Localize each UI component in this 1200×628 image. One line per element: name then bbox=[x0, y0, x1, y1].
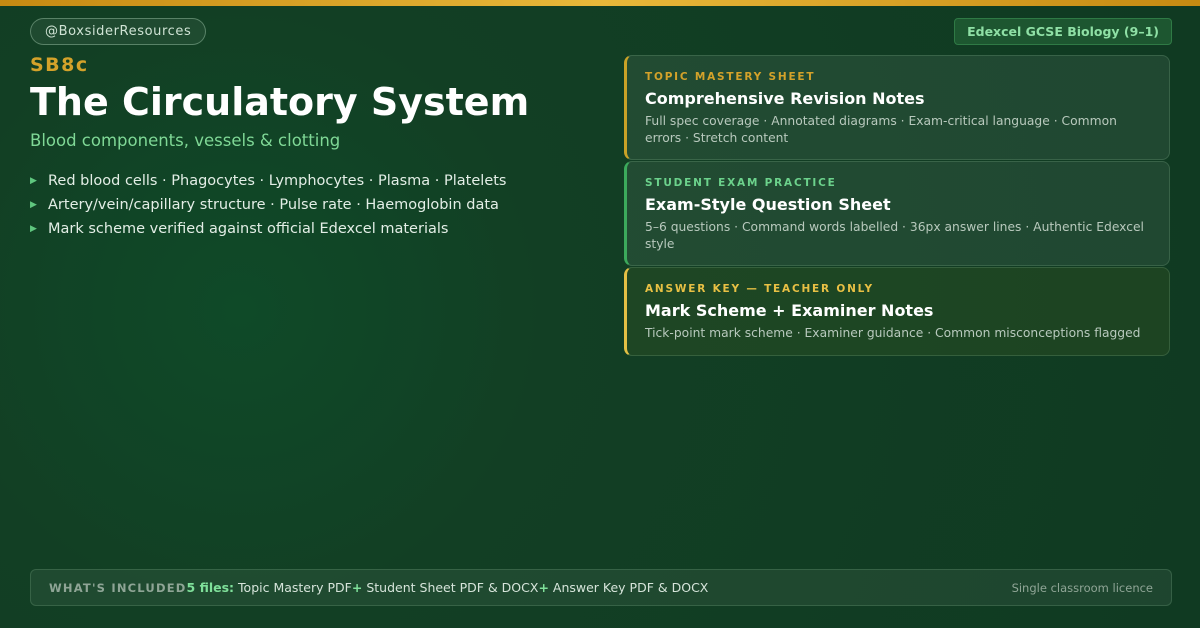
triangle-right-icon: ▶ bbox=[30, 200, 37, 210]
card-title: Comprehensive Revision Notes bbox=[645, 89, 925, 108]
file-item: Student Sheet PDF & DOCX bbox=[366, 580, 539, 595]
list-item: ▶ Red blood cells · Phagocytes · Lymphoc… bbox=[30, 170, 506, 194]
card-answer-key: ANSWER KEY — TEACHER ONLY Mark Scheme + … bbox=[624, 267, 1170, 356]
plus-icon: + bbox=[538, 580, 549, 595]
card-label: ANSWER KEY — TEACHER ONLY bbox=[645, 283, 874, 295]
author-handle: @BoxsiderResources bbox=[30, 18, 207, 45]
card-description: Full spec coverage · Annotated diagrams … bbox=[645, 114, 1117, 145]
list-item-text: Mark scheme verified against official Ed… bbox=[48, 221, 449, 237]
list-item: ▶ Mark scheme verified against official … bbox=[30, 218, 506, 242]
included-label: WHAT'S INCLUDED bbox=[49, 581, 187, 595]
card-label: TOPIC MASTERY SHEET bbox=[645, 71, 816, 83]
page-subtitle: Blood components, vessels & clotting bbox=[30, 131, 341, 150]
page-title: The Circulatory System bbox=[30, 80, 530, 124]
card-description: Tick-point mark scheme · Examiner guidan… bbox=[645, 326, 1141, 340]
card-description: 5–6 questions · Command words labelled ·… bbox=[645, 220, 1144, 251]
file-item: Answer Key PDF & DOCX bbox=[552, 580, 709, 595]
triangle-right-icon: ▶ bbox=[30, 176, 37, 186]
file-count: 5 files: bbox=[186, 580, 235, 595]
list-item: ▶ Artery/vein/capillary structure · Puls… bbox=[30, 194, 506, 218]
included-files-row: WHAT'S INCLUDED5 files: Topic Mastery PD… bbox=[49, 570, 708, 606]
file-item: Topic Mastery PDF bbox=[238, 580, 352, 595]
licence-text: Single classroom licence bbox=[1011, 581, 1153, 595]
list-item-text: Artery/vein/capillary structure · Pulse … bbox=[48, 197, 499, 213]
plus-icon: + bbox=[351, 580, 363, 595]
card-label: STUDENT EXAM PRACTICE bbox=[645, 177, 837, 189]
topic-code: SB8c bbox=[30, 54, 89, 76]
card-topic-mastery: TOPIC MASTERY SHEET Comprehensive Revisi… bbox=[624, 55, 1170, 160]
triangle-right-icon: ▶ bbox=[30, 224, 37, 234]
card-exam-practice: STUDENT EXAM PRACTICE Exam-Style Questio… bbox=[624, 161, 1170, 266]
included-files-bar: WHAT'S INCLUDED5 files: Topic Mastery PD… bbox=[30, 569, 1172, 606]
card-title: Mark Scheme + Examiner Notes bbox=[645, 301, 934, 320]
exam-board-badge: Edexcel GCSE Biology (9–1) bbox=[954, 18, 1172, 45]
list-item-text: Red blood cells · Phagocytes · Lymphocyt… bbox=[48, 173, 507, 189]
feature-list: ▶ Red blood cells · Phagocytes · Lymphoc… bbox=[30, 170, 506, 242]
top-accent-bar bbox=[0, 0, 1200, 6]
card-title: Exam-Style Question Sheet bbox=[645, 195, 891, 214]
